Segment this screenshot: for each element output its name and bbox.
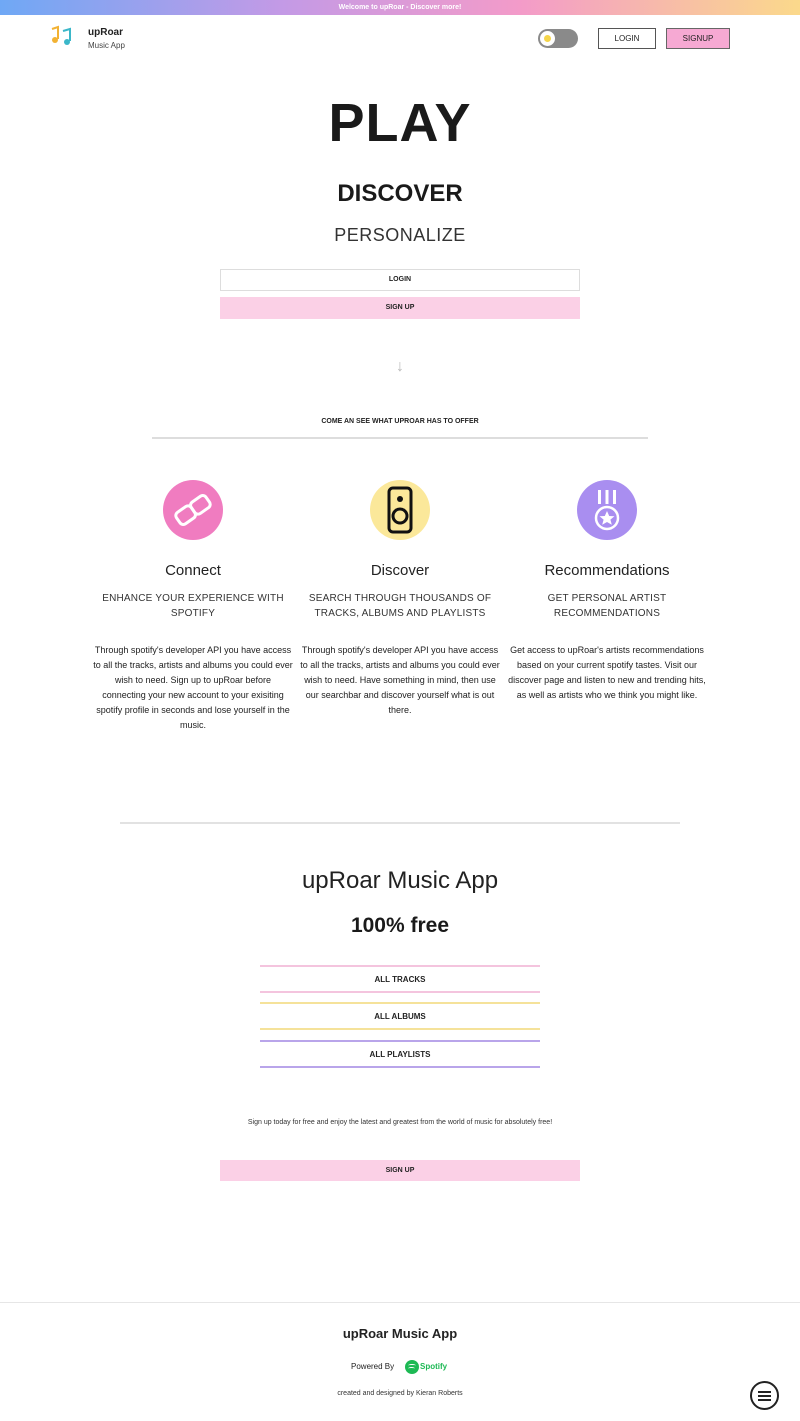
footer-credits: created and designed by Kieran Roberts bbox=[337, 1390, 463, 1397]
hero-signup-button[interactable]: SIGN UP bbox=[220, 297, 580, 319]
feature-subtitle: SEARCH THROUGH THOUSANDS OF TRACKS, ALBU… bbox=[308, 593, 492, 619]
hero-personalize-heading: PERSONALIZE bbox=[334, 225, 466, 245]
footer-divider bbox=[0, 1302, 800, 1303]
menu-icon[interactable] bbox=[750, 1381, 779, 1410]
hero-discover-heading: DISCOVER bbox=[337, 180, 463, 207]
header-signup-button[interactable]: SIGNUP bbox=[666, 28, 730, 49]
sun-icon bbox=[540, 31, 555, 46]
signup-prompt-text: Sign up today for free and enjoy the lat… bbox=[247, 1119, 553, 1126]
music-notes-icon[interactable] bbox=[49, 25, 73, 49]
feature-connect: Connect ENHANCE YOUR EXPERIENCE WITH SPO… bbox=[93, 480, 293, 733]
arrow-down-icon[interactable]: ↓ bbox=[0, 358, 800, 376]
spotify-icon bbox=[405, 1360, 419, 1374]
brand-name: upRoar bbox=[88, 27, 123, 38]
medal-star-icon bbox=[577, 480, 637, 540]
all-playlists-button[interactable]: ALL PLAYLISTS bbox=[260, 1040, 540, 1068]
welcome-banner: Welcome to upRoar - Discover more! bbox=[0, 0, 800, 15]
speaker-icon bbox=[370, 480, 430, 540]
hero-play-heading: PLAY bbox=[328, 93, 472, 153]
header-login-button[interactable]: LOGIN bbox=[598, 28, 656, 49]
feature-discover: Discover SEARCH THROUGH THOUSANDS OF TRA… bbox=[300, 480, 500, 718]
feature-title: Connect bbox=[165, 562, 221, 579]
brand-subtitle: Music App bbox=[88, 41, 125, 50]
feature-subtitle: GET PERSONAL ARTIST RECOMMENDATIONS bbox=[547, 593, 667, 619]
hero-login-button[interactable]: LOGIN bbox=[220, 269, 580, 291]
powered-by-label: Powered By bbox=[351, 1362, 395, 1371]
offer-heading: COME AN SEE WHAT UPROAR HAS TO OFFER bbox=[321, 418, 479, 425]
all-tracks-button[interactable]: ALL TRACKS bbox=[260, 965, 540, 993]
offer-divider bbox=[152, 437, 648, 439]
theme-toggle[interactable] bbox=[538, 29, 578, 48]
section-divider bbox=[120, 822, 680, 824]
promo-free-label: 100% free bbox=[350, 914, 450, 937]
feature-description: Through spotify's developer API you have… bbox=[93, 645, 293, 730]
bottom-signup-button[interactable]: SIGN UP bbox=[220, 1160, 580, 1181]
link-icon bbox=[163, 480, 223, 540]
promo-title: upRoar Music App bbox=[301, 867, 499, 894]
feature-title: Discover bbox=[370, 562, 430, 579]
all-albums-button[interactable]: ALL ALBUMS bbox=[260, 1002, 540, 1030]
spotify-label: Spotify bbox=[420, 1362, 448, 1371]
footer-title: upRoar Music App bbox=[342, 1326, 458, 1341]
feature-description: Get access to upRoar's artists recommend… bbox=[508, 645, 706, 700]
feature-subtitle: ENHANCE YOUR EXPERIENCE WITH SPOTIFY bbox=[102, 593, 284, 619]
feature-recommendations: Recommendations GET PERSONAL ARTIST RECO… bbox=[507, 480, 707, 703]
feature-description: Through spotify's developer API you have… bbox=[300, 645, 500, 715]
feature-title: Recommendations bbox=[544, 562, 670, 579]
